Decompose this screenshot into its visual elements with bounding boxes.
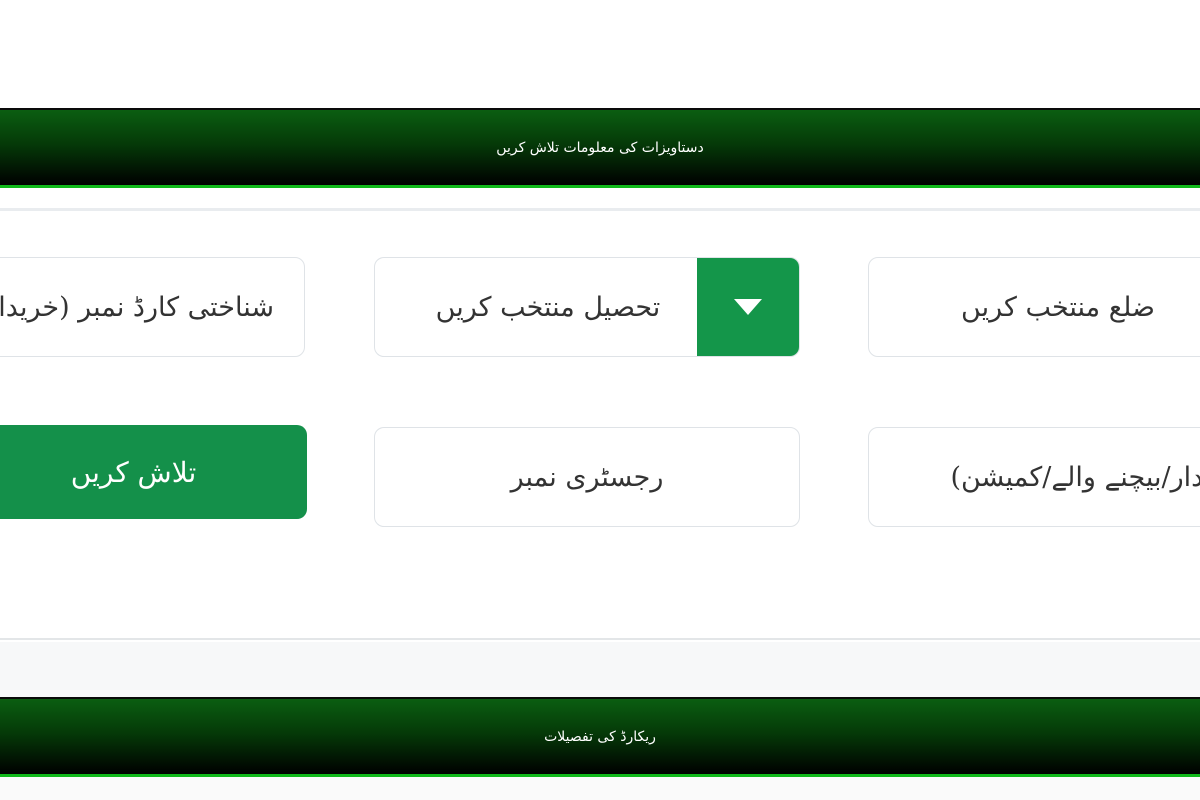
district-select[interactable]: ضلع منتخب کریں [868, 257, 1200, 357]
name-input[interactable]: (خریدار/بیچنے والے/کمیشن) [868, 427, 1200, 527]
search-section-header: دستاویزات کی معلومات تلاش کریں [0, 108, 1200, 188]
search-button-label: تلاش کریں [70, 455, 197, 489]
tehsil-select-label: تحصیل منتخب کریں [435, 291, 661, 323]
records-section-title: ریکارڈ کی تفصیلات [544, 728, 656, 745]
name-input-placeholder: (خریدار/بیچنے والے/کمیشن) [950, 461, 1200, 493]
cnic-input[interactable]: شناختی کارڈ نمبر (خریدار/بیچنے [0, 257, 305, 357]
records-section-header: ریکارڈ کی تفصیلات [0, 697, 1200, 777]
section-spacer [0, 642, 1200, 697]
search-section-title: دستاویزات کی معلومات تلاش کریں [496, 139, 704, 156]
page: دستاویزات کی معلومات تلاش کریں ضلع منتخب… [0, 0, 1200, 800]
search-button[interactable]: تلاش کریں [0, 425, 307, 519]
tehsil-dropdown-button[interactable] [697, 258, 799, 356]
records-body [0, 777, 1200, 800]
cnic-input-placeholder: شناختی کارڈ نمبر (خریدار/بیچنے [0, 291, 274, 323]
district-select-label: ضلع منتخب کریں [961, 291, 1155, 323]
registry-number-input[interactable]: رجسٹری نمبر [374, 427, 800, 527]
tehsil-select[interactable]: تحصیل منتخب کریں [374, 257, 800, 357]
registry-number-placeholder: رجسٹری نمبر [510, 461, 664, 493]
caret-down-icon [734, 299, 762, 315]
